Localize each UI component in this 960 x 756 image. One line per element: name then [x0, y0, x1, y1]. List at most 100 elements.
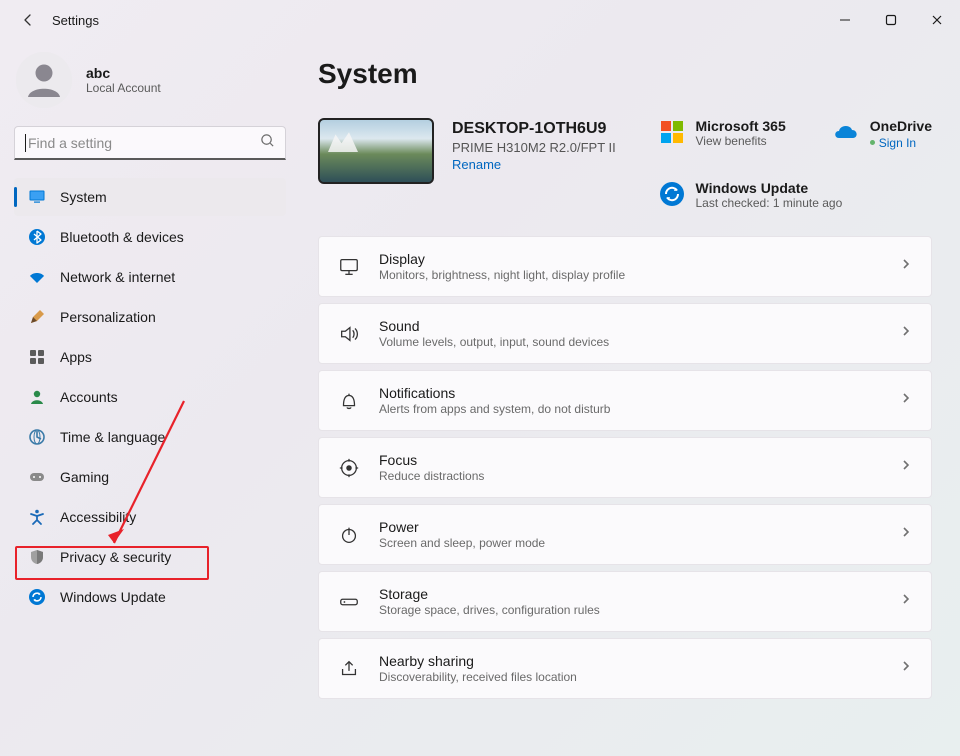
device-row: DESKTOP-1OTH6U9 PRIME H310M2 R2.0/FPT II…	[318, 118, 932, 210]
nav-label: Gaming	[60, 469, 109, 485]
card-focus[interactable]: FocusReduce distractions	[318, 437, 932, 498]
status-title: Windows Update	[696, 180, 843, 196]
share-icon	[337, 657, 361, 681]
onedrive-signin-link[interactable]: Sign In	[879, 136, 916, 150]
user-name: abc	[86, 65, 161, 81]
nav-bluetooth[interactable]: Bluetooth & devices	[14, 218, 286, 256]
apps-icon	[28, 348, 46, 366]
close-button[interactable]	[914, 2, 960, 38]
window-title: Settings	[52, 13, 99, 28]
chevron-right-icon	[899, 592, 913, 611]
device-name: DESKTOP-1OTH6U9	[452, 120, 616, 138]
user-block[interactable]: abc Local Account	[14, 48, 286, 126]
display-icon	[337, 255, 361, 279]
device-model: PRIME H310M2 R2.0/FPT II	[452, 140, 616, 155]
nav-windows-update[interactable]: Windows Update	[14, 578, 286, 616]
nav-apps[interactable]: Apps	[14, 338, 286, 376]
chevron-right-icon	[899, 391, 913, 410]
card-sub: Screen and sleep, power mode	[379, 536, 881, 550]
card-nearby-sharing[interactable]: Nearby sharingDiscoverability, received …	[318, 638, 932, 699]
nav-list: System Bluetooth & devices Network & int…	[14, 178, 286, 616]
nav-network[interactable]: Network & internet	[14, 258, 286, 296]
person-icon	[28, 388, 46, 406]
onedrive-icon	[832, 118, 860, 146]
status-windows-update[interactable]: Windows Update Last checked: 1 minute ag…	[658, 180, 933, 210]
gamepad-icon	[28, 468, 46, 486]
bluetooth-icon	[28, 228, 46, 246]
nav-label: Windows Update	[60, 589, 166, 605]
card-title: Notifications	[379, 385, 881, 401]
window-controls	[822, 2, 960, 38]
nav-privacy-security[interactable]: Privacy & security	[14, 538, 286, 576]
card-sub: Storage space, drives, configuration rul…	[379, 603, 881, 617]
status-dot	[870, 140, 875, 145]
card-title: Display	[379, 251, 881, 267]
nav-label: Network & internet	[60, 269, 175, 285]
settings-cards: DisplayMonitors, brightness, night light…	[318, 236, 932, 699]
nav-label: System	[60, 189, 107, 205]
card-sub: Discoverability, received files location	[379, 670, 881, 684]
card-title: Storage	[379, 586, 881, 602]
status-sub: Last checked: 1 minute ago	[696, 196, 843, 210]
nav-accessibility[interactable]: Accessibility	[14, 498, 286, 536]
search-box[interactable]	[14, 126, 286, 160]
card-title: Nearby sharing	[379, 653, 881, 669]
nav-personalization[interactable]: Personalization	[14, 298, 286, 336]
nav-label: Accounts	[60, 389, 118, 405]
card-title: Sound	[379, 318, 881, 334]
status-onedrive[interactable]: OneDrive Sign In	[832, 118, 932, 152]
minimize-button[interactable]	[822, 2, 868, 38]
rename-link[interactable]: Rename	[452, 157, 616, 172]
paintbrush-icon	[28, 308, 46, 326]
chevron-right-icon	[899, 324, 913, 343]
card-power[interactable]: PowerScreen and sleep, power mode	[318, 504, 932, 565]
status-sub: View benefits	[696, 134, 786, 148]
maximize-button[interactable]	[868, 2, 914, 38]
nav-label: Personalization	[60, 309, 156, 325]
card-notifications[interactable]: NotificationsAlerts from apps and system…	[318, 370, 932, 431]
status-title: Microsoft 365	[696, 118, 786, 134]
card-display[interactable]: DisplayMonitors, brightness, night light…	[318, 236, 932, 297]
chevron-right-icon	[899, 257, 913, 276]
page-title: System	[318, 58, 932, 90]
card-sub: Alerts from apps and system, do not dist…	[379, 402, 881, 416]
search-icon	[260, 133, 275, 153]
shield-icon	[28, 548, 46, 566]
sound-icon	[337, 322, 361, 346]
power-icon	[337, 523, 361, 547]
nav-gaming[interactable]: Gaming	[14, 458, 286, 496]
sidebar: abc Local Account System Bluetooth & dev…	[0, 40, 300, 756]
card-sub: Monitors, brightness, night light, displ…	[379, 268, 881, 282]
card-sound[interactable]: SoundVolume levels, output, input, sound…	[318, 303, 932, 364]
wallpaper-thumbnail[interactable]	[318, 118, 434, 184]
titlebar: Settings	[0, 0, 960, 40]
nav-label: Privacy & security	[60, 549, 171, 565]
monitor-icon	[28, 188, 46, 206]
chevron-right-icon	[899, 458, 913, 477]
nav-label: Time & language	[60, 429, 165, 445]
nav-system[interactable]: System	[14, 178, 286, 216]
chevron-right-icon	[899, 659, 913, 678]
status-microsoft365[interactable]: Microsoft 365 View benefits	[658, 118, 786, 152]
microsoft365-icon	[658, 118, 686, 146]
nav-label: Accessibility	[60, 509, 136, 525]
nav-label: Bluetooth & devices	[60, 229, 184, 245]
text-caret	[25, 134, 26, 152]
status-title: OneDrive	[870, 118, 932, 134]
card-storage[interactable]: StorageStorage space, drives, configurat…	[318, 571, 932, 632]
card-sub: Reduce distractions	[379, 469, 881, 483]
avatar	[16, 52, 72, 108]
sync-icon	[658, 180, 686, 208]
back-button[interactable]	[8, 0, 48, 40]
storage-icon	[337, 590, 361, 614]
card-sub: Volume levels, output, input, sound devi…	[379, 335, 881, 349]
nav-time-language[interactable]: Time & language	[14, 418, 286, 456]
accessibility-icon	[28, 508, 46, 526]
sync-icon	[28, 588, 46, 606]
search-input[interactable]	[28, 135, 260, 151]
focus-icon	[337, 456, 361, 480]
card-title: Power	[379, 519, 881, 535]
nav-accounts[interactable]: Accounts	[14, 378, 286, 416]
wifi-icon	[28, 268, 46, 286]
globe-clock-icon	[28, 428, 46, 446]
